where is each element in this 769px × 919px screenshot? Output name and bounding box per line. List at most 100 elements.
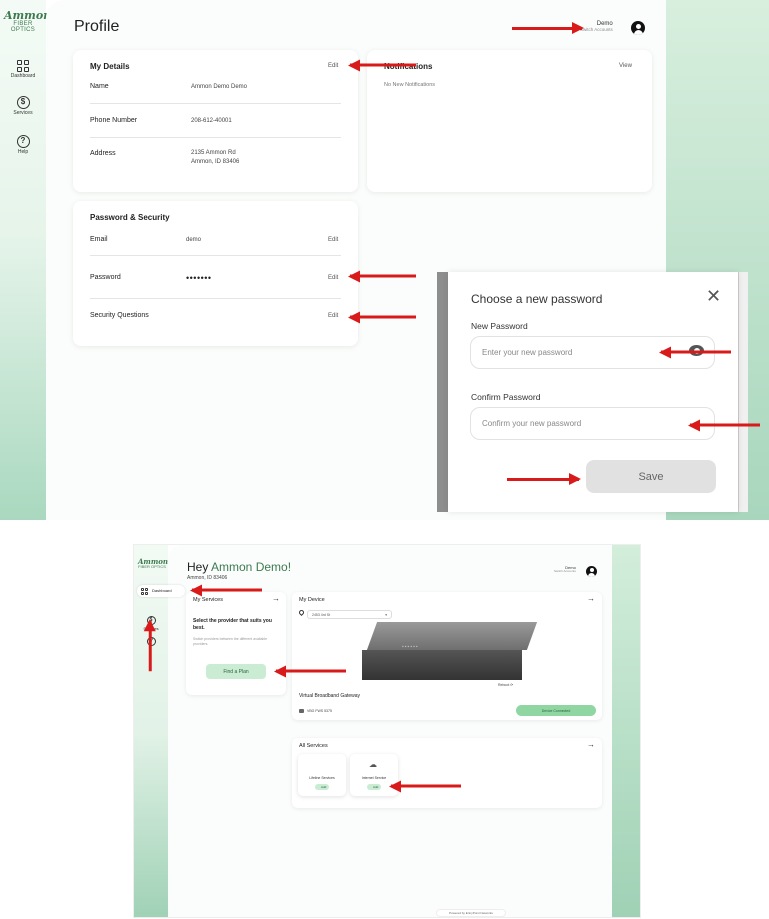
modal-scrollbar[interactable]: [738, 272, 748, 512]
no-notifications-text: No New Notifications: [384, 82, 436, 88]
account-switcher[interactable]: Demo Switch Accounts: [554, 565, 576, 574]
chevron-down-icon: ▾: [385, 613, 387, 617]
switch-accounts-link[interactable]: Switch Accounts: [580, 27, 613, 33]
user-avatar-icon[interactable]: [631, 21, 645, 35]
device-icon: [299, 709, 304, 713]
location-select[interactable]: 2453 4rd St ▾: [307, 610, 392, 619]
email-label: Email: [90, 236, 108, 243]
email-value: demo: [186, 237, 202, 243]
password-label: Password: [90, 274, 121, 281]
modal-title: Choose a new password: [471, 292, 603, 306]
password-security-card: Password & Security Email demo Edit Pass…: [73, 201, 358, 346]
services-icon: $: [16, 96, 30, 109]
address-line1: 2135 Ammon Rd: [191, 150, 236, 156]
profile-screenshot: Ammon FIBER OPTICS Dashboard $ Services …: [0, 0, 769, 520]
security-questions-label: Security Questions: [90, 312, 149, 319]
my-details-edit-button[interactable]: Edit: [328, 63, 338, 69]
background-strip: [612, 545, 640, 917]
notifications-card: Notifications View No New Notifications: [367, 50, 652, 192]
sidebar-item-dashboard[interactable]: Dashboard: [0, 52, 46, 79]
device-id: VBG FWS 5375: [307, 709, 332, 713]
location-pin-icon: [297, 608, 306, 617]
annotation-arrow-left: [192, 589, 262, 592]
my-services-card: My Services → Select the provider that s…: [186, 592, 286, 695]
card-title: My Services: [193, 597, 223, 603]
divider: [90, 137, 341, 138]
modal-backdrop: [437, 272, 448, 512]
location-value: 2453 4rd St: [312, 613, 331, 617]
device-connected-status: Device Connected: [516, 705, 596, 716]
sidebar-item-dashboard[interactable]: Dashboard: [137, 585, 185, 597]
dashboard-screenshot: Ammon FIBER OPTICS Dashboard $ Services …: [133, 544, 641, 918]
service-tile-lifeline[interactable]: Lifeline Services Add: [298, 754, 346, 796]
logo-line2: FIBER OPTICS: [138, 564, 166, 569]
service-tile-label: Lifeline Services: [309, 776, 335, 780]
email-edit-button[interactable]: Edit: [328, 237, 338, 243]
divider: [90, 255, 341, 256]
annotation-arrow-left: [350, 316, 416, 319]
page-title: Profile: [74, 18, 120, 35]
security-questions-edit-button[interactable]: Edit: [328, 313, 338, 319]
ammon-logo[interactable]: Ammon FIBER OPTICS: [138, 558, 168, 569]
sidebar-item-label: Dashboard: [10, 73, 36, 79]
greeting: Hey Ammon Demo!: [187, 560, 291, 574]
account-switcher[interactable]: Demo Switch Accounts: [580, 21, 613, 33]
arrow-right-icon[interactable]: →: [587, 594, 595, 603]
confirm-password-label: Confirm Password: [471, 392, 541, 402]
ammon-logo[interactable]: Ammon FIBER OPTICS: [4, 9, 52, 33]
card-title: My Device: [299, 597, 325, 603]
user-address: Ammon, ID 83406: [187, 575, 228, 581]
password-value: •••••••: [186, 273, 212, 283]
annotation-arrow-right: [512, 22, 584, 33]
address-label: Address: [90, 150, 116, 157]
save-button[interactable]: Save: [586, 460, 716, 493]
device-name: Virtual Broadband Gateway: [299, 693, 361, 699]
annotation-arrow-right: [507, 473, 581, 484]
arrow-right-icon[interactable]: →: [587, 740, 595, 749]
sidebar-item-label: Dashboard: [152, 588, 172, 593]
add-internet-button[interactable]: Add: [367, 784, 381, 790]
sidebar-item-help[interactable]: ? Help: [0, 130, 46, 155]
arrow-right-icon[interactable]: →: [272, 594, 280, 603]
confirm-password-input[interactable]: [470, 407, 715, 440]
name-label: Name: [90, 83, 109, 90]
reboot-button[interactable]: Reboot ⟳: [498, 683, 513, 687]
greeting-prefix: Hey: [187, 560, 212, 574]
my-device-card: My Device → 2453 4rd St ▾ ▪▪▪▪▪▪ Reboot ⟳…: [292, 592, 602, 720]
services-heading: Select the provider that suits you best.: [193, 618, 272, 631]
powered-by-footer: Powered by EntryPoint Networks: [436, 909, 506, 917]
dashboard-grid-icon: [17, 60, 29, 72]
address-line2: Ammon, ID 83406: [191, 159, 240, 165]
close-icon[interactable]: ✕: [706, 286, 721, 307]
password-edit-button[interactable]: Edit: [328, 275, 338, 281]
find-a-plan-button[interactable]: Find a Plan: [206, 664, 266, 679]
sidebar: Ammon FIBER OPTICS Dashboard $ Services …: [0, 0, 52, 520]
change-password-modal: Choose a new password ✕ New Password Con…: [448, 272, 738, 512]
service-tile-label: Internet Service: [361, 776, 387, 780]
router-device-image: ▪▪▪▪▪▪: [362, 622, 538, 682]
phone-value: 208-612-40001: [191, 118, 232, 124]
help-icon: ?: [16, 135, 30, 148]
services-subtext: Switch providers between the different a…: [193, 637, 268, 646]
greeting-name: Ammon Demo!: [211, 560, 292, 574]
address-value: 2135 Ammon Rd Ammon, ID 83406: [191, 149, 239, 167]
user-avatar-icon[interactable]: [586, 566, 597, 577]
my-details-card: My Details Edit Name Ammon Demo Demo Pho…: [73, 50, 358, 192]
add-lifeline-button[interactable]: Add: [315, 784, 329, 790]
annotation-arrow-left: [350, 275, 416, 278]
divider: [90, 103, 341, 104]
sidebar-item-services[interactable]: $ Services: [0, 91, 46, 116]
sidebar-item-label: Services: [13, 110, 33, 116]
reboot-label: Reboot: [498, 683, 510, 687]
logo-line1: Ammon: [4, 9, 52, 22]
phone-label: Phone Number: [90, 117, 138, 124]
new-password-label: New Password: [471, 321, 528, 331]
card-title: Password & Security: [90, 213, 170, 222]
annotation-arrow-left: [350, 64, 416, 67]
logo-line2: FIBER OPTICS: [10, 21, 36, 33]
notifications-view-button[interactable]: View: [619, 63, 632, 69]
card-title: My Details: [90, 62, 130, 71]
switch-accounts-link[interactable]: Switch Accounts: [554, 570, 576, 574]
annotation-arrow-left: [276, 670, 346, 673]
annotation-arrow-left: [391, 785, 461, 788]
